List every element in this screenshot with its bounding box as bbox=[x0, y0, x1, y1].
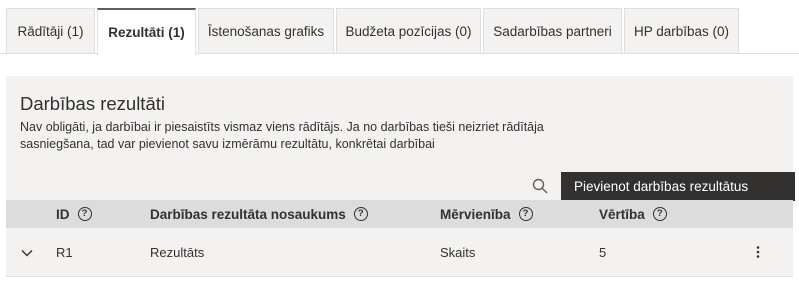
column-header-value[interactable]: Vērtība ? bbox=[599, 200, 667, 228]
chevron-down-icon[interactable] bbox=[20, 246, 34, 260]
tab-budzeta-pozicijas[interactable]: Budžeta pozīcijas (0) bbox=[336, 8, 481, 54]
tab-rezultati[interactable]: Rezultāti (1) bbox=[97, 8, 196, 55]
add-results-button-label: Pievienot darbības rezultātus bbox=[574, 179, 749, 194]
column-label: Mērvienība bbox=[440, 206, 511, 222]
table-header: ID ? Darbības rezultāta nosaukums ? Mērv… bbox=[6, 200, 793, 228]
table-row[interactable]: R1 Rezultāts Skaits 5 bbox=[6, 228, 793, 277]
column-header-name[interactable]: Darbības rezultāta nosaukums ? bbox=[150, 200, 368, 228]
tab-label: HP darbības (0) bbox=[633, 24, 730, 39]
search-icon[interactable] bbox=[531, 177, 549, 195]
column-label: Darbības rezultāta nosaukums bbox=[150, 206, 346, 222]
column-label: ID bbox=[56, 206, 70, 222]
tab-label: Īstenošanas grafiks bbox=[207, 24, 325, 39]
column-label: Vērtība bbox=[599, 206, 645, 222]
section-title: Darbības rezultāti bbox=[20, 93, 165, 114]
help-icon[interactable]: ? bbox=[652, 207, 667, 221]
add-results-button[interactable]: Pievienot darbības rezultātus bbox=[561, 172, 795, 201]
help-icon[interactable]: ? bbox=[353, 207, 368, 221]
tab-bar: Rādītāji (1) Rezultāti (1) Īstenošanas g… bbox=[0, 8, 799, 55]
cell-value: 5 bbox=[599, 244, 607, 260]
help-icon[interactable]: ? bbox=[77, 207, 92, 221]
section-description: Nav obligāti, ja darbībai ir piesaistīts… bbox=[20, 120, 544, 151]
tab-label: Rezultāti (1) bbox=[108, 25, 185, 40]
tab-label: Budžeta pozīcijas (0) bbox=[345, 24, 472, 39]
help-icon[interactable]: ? bbox=[518, 207, 533, 221]
tab-raditaji[interactable]: Rādītāji (1) bbox=[6, 8, 95, 54]
results-panel: Darbības rezultāti Nav obligāti, ja darb… bbox=[6, 76, 795, 277]
column-header-unit[interactable]: Mērvienība ? bbox=[440, 200, 533, 228]
tab-istenosanas-grafiks[interactable]: Īstenošanas grafiks bbox=[198, 8, 334, 54]
tab-sadarbibas-partneri[interactable]: Sadarbības partneri bbox=[483, 8, 622, 54]
cell-unit: Skaits bbox=[440, 244, 476, 260]
cell-id: R1 bbox=[56, 244, 73, 260]
more-vertical-icon[interactable] bbox=[750, 244, 766, 260]
cell-name: Rezultāts bbox=[150, 244, 205, 260]
column-header-id[interactable]: ID ? bbox=[56, 200, 92, 228]
tab-label: Rādītāji (1) bbox=[17, 24, 84, 39]
tab-label: Sadarbības partneri bbox=[493, 24, 612, 39]
tab-hp-darbibas[interactable]: HP darbības (0) bbox=[624, 8, 739, 54]
